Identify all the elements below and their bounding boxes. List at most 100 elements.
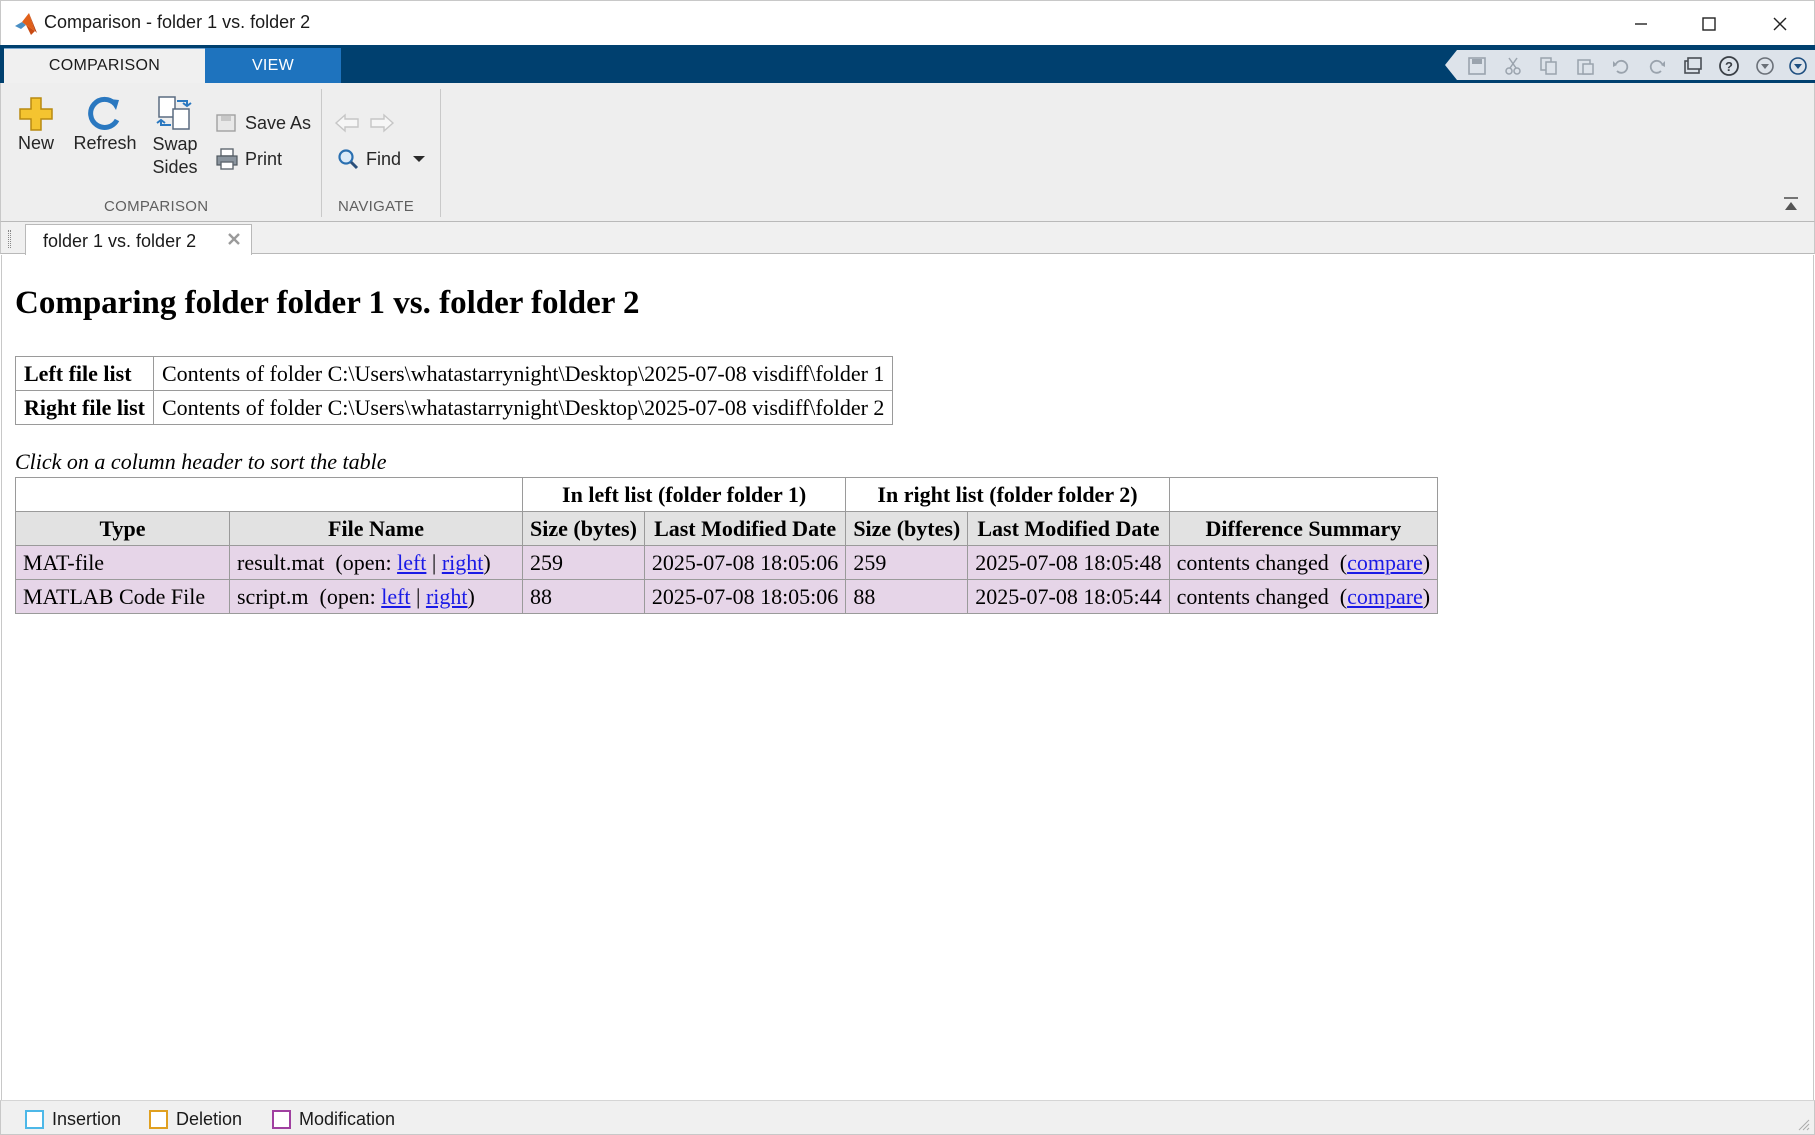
file-lists-table: Left file list Contents of folder C:\Use…	[15, 356, 894, 425]
empty-summary-group-header	[1168, 477, 1439, 512]
column-header-type[interactable]: Type	[15, 511, 230, 546]
group-separator	[440, 89, 441, 217]
matlab-logo-icon	[15, 13, 37, 35]
close-icon	[1773, 17, 1787, 30]
group-header-row: In left list (folder folder 1) In right …	[15, 477, 1439, 512]
tab-view[interactable]: VIEW	[205, 48, 341, 83]
print-button[interactable]: Print	[215, 147, 282, 171]
copy-icon[interactable]	[1539, 56, 1559, 76]
refresh-icon	[88, 96, 120, 130]
find-label: Find	[366, 148, 402, 169]
open-prefix: (open:	[319, 583, 382, 609]
switch-windows-icon[interactable]	[1683, 56, 1703, 76]
column-header-right-size[interactable]: Size (bytes)	[845, 511, 969, 546]
window-title: Comparison - folder 1 vs. folder 2	[44, 12, 311, 32]
right-list-row: Right file list Contents of folder C:\Us…	[15, 390, 894, 425]
left-list-label: Left file list	[15, 356, 154, 391]
resize-grip-icon[interactable]	[1796, 1117, 1810, 1131]
previous-arrow-icon[interactable]	[334, 112, 360, 134]
sort-hint: Click on a column header to sort the tab…	[15, 449, 387, 474]
close-button[interactable]	[1745, 1, 1815, 46]
comparison-table: In left list (folder folder 1) In right …	[15, 477, 1439, 614]
refresh-button[interactable]: Refresh	[71, 95, 139, 154]
open-suffix: )	[483, 549, 491, 575]
column-header-left-date[interactable]: Last Modified Date	[643, 511, 847, 546]
compare-link[interactable]: compare	[1347, 584, 1423, 609]
compare-link[interactable]: compare	[1347, 550, 1423, 575]
link-separator: |	[426, 549, 442, 575]
legend-modification: Modification	[272, 1109, 395, 1130]
deletion-label: Deletion	[176, 1109, 243, 1129]
summary-text: contents changed	[1176, 583, 1329, 609]
legend-insertion: Insertion	[25, 1109, 121, 1130]
cell-type: MATLAB Code File	[15, 579, 230, 614]
document-tab[interactable]: folder 1 vs. folder 2	[25, 224, 252, 255]
help-icon[interactable]: ?	[1719, 56, 1739, 76]
save-as-label: Save As	[245, 112, 312, 133]
cell-left-size: 259	[522, 545, 645, 580]
minimize-ribbon-icon[interactable]	[1782, 195, 1800, 213]
cell-right-date: 2025-07-08 18:05:48	[967, 545, 1170, 580]
save-as-button[interactable]: Save As	[215, 111, 311, 135]
open-right-link[interactable]: right	[426, 584, 468, 609]
legend-bar: Insertion Deletion Modification	[0, 1100, 1815, 1135]
open-prefix: (open:	[335, 549, 398, 575]
tab-bar-grip	[8, 230, 11, 248]
quick-access-toolbar: ?	[1445, 50, 1815, 80]
file-name: script.m	[237, 583, 309, 609]
maximize-button[interactable]	[1674, 1, 1744, 46]
svg-text:?: ?	[1725, 59, 1733, 74]
find-button[interactable]: Find	[336, 147, 427, 171]
refresh-label: Refresh	[73, 133, 137, 153]
open-left-link[interactable]: left	[381, 584, 410, 609]
open-right-link[interactable]: right	[442, 550, 484, 575]
paste-icon[interactable]	[1575, 56, 1595, 76]
new-button[interactable]: New	[11, 95, 61, 154]
cell-file-name: result.mat (open: left | right)	[229, 545, 523, 580]
link-separator: |	[410, 583, 426, 609]
cell-right-size: 88	[845, 579, 969, 614]
group-label-navigate: NAVIGATE	[338, 198, 415, 215]
open-left-link[interactable]: left	[397, 550, 426, 575]
deletion-swatch	[149, 1110, 168, 1129]
redo-icon[interactable]	[1647, 56, 1667, 76]
collapse-icon[interactable]	[1788, 56, 1808, 76]
column-header-row: Type File Name Size (bytes) Last Modifie…	[15, 511, 1439, 546]
save-icon[interactable]	[1467, 56, 1487, 76]
empty-group-header	[15, 477, 523, 512]
cell-file-name: script.m (open: left | right)	[229, 579, 523, 614]
next-arrow-icon[interactable]	[369, 112, 395, 134]
table-row: MATLAB Code File script.m (open: left | …	[15, 579, 1439, 614]
table-row: MAT-file result.mat (open: left | right)…	[15, 545, 1439, 580]
tab-comparison[interactable]: COMPARISON	[4, 48, 205, 83]
ribbon-tab-strip: COMPARISON VIEW ?	[0, 45, 1815, 83]
cell-right-size: 259	[845, 545, 969, 580]
column-header-right-date[interactable]: Last Modified Date	[967, 511, 1170, 546]
save-as-icon	[216, 114, 236, 132]
cell-summary: contents changed (compare)	[1168, 579, 1439, 614]
cell-left-date: 2025-07-08 18:05:06	[643, 545, 847, 580]
swap-sides-button[interactable]: Swap Sides	[147, 95, 203, 179]
maximize-icon	[1702, 16, 1716, 31]
right-list-label: Right file list	[15, 390, 154, 425]
undo-icon[interactable]	[1611, 56, 1631, 76]
swap-sides-icon	[156, 96, 192, 130]
cell-right-date: 2025-07-08 18:05:44	[967, 579, 1170, 614]
column-header-summary[interactable]: Difference Summary	[1168, 511, 1439, 546]
column-header-left-size[interactable]: Size (bytes)	[522, 511, 645, 546]
close-tab-icon[interactable]	[226, 231, 242, 247]
document-tab-bar: folder 1 vs. folder 2	[0, 222, 1815, 255]
cell-type: MAT-file	[15, 545, 230, 580]
column-header-file-name[interactable]: File Name	[229, 511, 523, 546]
cell-left-date: 2025-07-08 18:05:06	[643, 579, 847, 614]
minimize-button[interactable]	[1606, 1, 1676, 46]
left-list-path: Contents of folder C:\Users\whatastarryn…	[152, 356, 894, 391]
swap-label-line1: Swap	[152, 134, 198, 154]
modification-swatch	[272, 1110, 291, 1129]
insertion-swatch	[25, 1110, 44, 1129]
cut-icon[interactable]	[1503, 56, 1523, 76]
options-icon[interactable]	[1755, 56, 1775, 76]
chevron-down-icon	[413, 156, 426, 162]
title-bar: Comparison - folder 1 vs. folder 2	[0, 0, 1815, 45]
new-label: New	[17, 133, 54, 153]
